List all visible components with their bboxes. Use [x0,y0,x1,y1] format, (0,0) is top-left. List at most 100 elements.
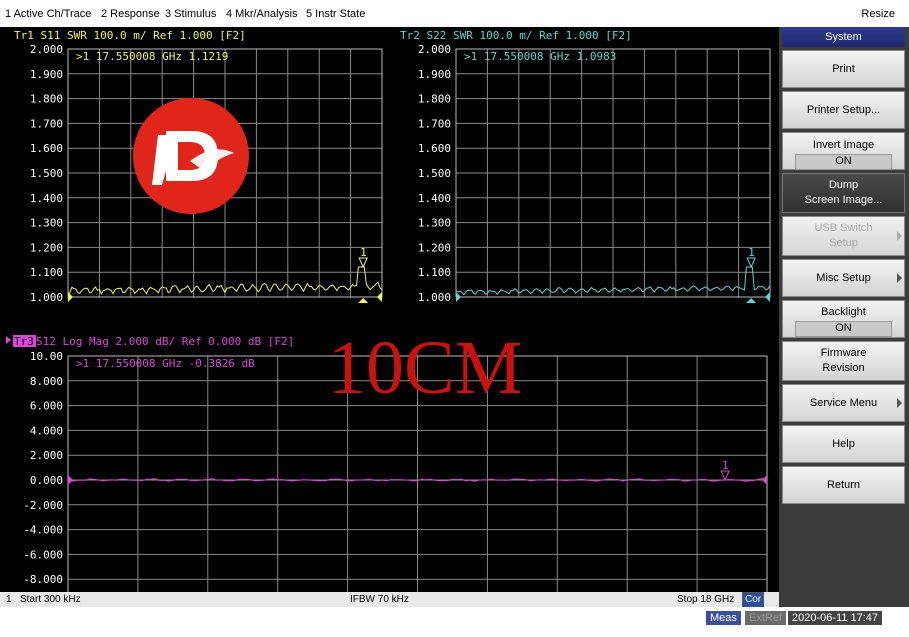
usb-switch-setup-button[interactable]: USB Switch Setup [782,216,905,256]
printer-setup-button[interactable]: Printer Setup... [782,91,905,129]
printer-setup-label: Printer Setup... [806,104,881,116]
stimulus-marker-icon [746,298,757,303]
backlight-button[interactable]: Backlight ON [782,300,905,338]
measurement-display: Tr1 S11 SWR 100.0 m/ Ref 1.000 [F2] 2.000… [0,27,779,592]
y-tick-label: 1.400 [30,192,63,205]
y-tick-label: 1.400 [418,192,451,205]
y-tick-label: 1.000 [418,291,451,304]
invert-image-button[interactable]: Invert Image ON [782,132,905,170]
y-tick-label: 1.200 [30,241,63,254]
trace-header[interactable]: S12 Log Mag 2.000 dB/ Ref 0.000 dB [F2] [36,335,294,348]
menu-mkr-analysis[interactable]: 4 Mkr/Analysis [226,8,298,20]
reference-level-icon[interactable] [377,292,382,302]
marker-label: 1 [748,246,755,259]
misc-setup-button[interactable]: Misc Setup [782,259,905,297]
print-button[interactable]: Print [782,50,905,88]
trace-header[interactable]: Tr1 S11 SWR 100.0 m/ Ref 1.000 [F2] [14,29,246,42]
y-tick-label: 1.700 [30,117,63,130]
marker-icon[interactable] [358,257,368,269]
service-menu-label: Service Menu [809,397,878,409]
channel-status-bar: 1 Start 300 kHz IFBW 70 kHz Stop 18 GHz … [0,592,779,608]
y-tick-label: 1.600 [30,142,63,155]
brand-logo [133,98,249,214]
help-button[interactable]: Help [782,425,905,463]
y-tick-label: 1.500 [418,167,451,180]
backlight-value: ON [795,321,892,337]
y-tick-label: 2.000 [418,43,451,56]
return-label: Return [826,479,861,491]
date-time: 2020-06-11 17:47 [788,611,883,625]
y-tick-label: 1.000 [30,291,63,304]
y-tick-label: 1.300 [418,217,451,230]
y-tick-label: 1.300 [30,217,63,230]
submenu-arrow-icon [897,273,902,283]
invert-image-label: Invert Image [812,139,875,151]
misc-setup-label: Misc Setup [816,272,871,284]
usb-label-line2: Setup [829,237,858,249]
menu-active-ch-trace[interactable]: 1 Active Ch/Trace [5,8,91,20]
y-tick-label: 0.000 [30,474,63,487]
return-button[interactable]: Return [782,466,905,504]
y-tick-label: 6.000 [30,400,63,413]
menu-response[interactable]: 2 Response [101,8,160,20]
menu-stimulus[interactable]: 3 Stimulus [165,8,216,20]
y-tick-label: 1.800 [418,93,451,106]
y-tick-label: -6.000 [23,548,63,561]
dump-label-line1: Dump [828,179,859,191]
y-tick-label: -4.000 [23,524,63,537]
reference-level-icon[interactable] [765,292,770,302]
marker-label: 1 [722,459,729,472]
y-tick-label: 1.100 [30,266,63,279]
menu-instr-state[interactable]: 5 Instr State [306,8,365,20]
overlay-label: 10CM [328,326,523,410]
service-menu-button[interactable]: Service Menu [782,384,905,422]
resize-button[interactable]: Resize [861,8,895,20]
print-label: Print [832,63,855,75]
marker-readout: >1 17.550008 GHz 1.0983 [464,50,616,63]
channel-number[interactable]: 1 [6,594,12,605]
y-tick-label: 1.900 [418,68,451,81]
start-frequency[interactable]: Start 300 kHz [20,594,81,605]
softkey-panel: System Print Printer Setup... Invert Ima… [779,27,909,607]
marker-icon[interactable] [746,257,756,269]
y-tick-label: 4.000 [30,424,63,437]
marker-label: 1 [360,246,367,259]
y-tick-label: 1.100 [418,266,451,279]
extref-indicator: ExtRef [745,611,787,625]
y-tick-label: 10.00 [30,350,63,363]
firmware-label-line2: Revision [822,362,865,374]
y-tick-label: 1.700 [418,117,451,130]
stop-frequency[interactable]: Stop 18 GHz [677,594,734,605]
dump-screen-image-button[interactable]: Dump Screen Image... [782,173,905,213]
active-trace-icon [6,336,11,344]
trace-badge-label: Tr3 [14,335,34,348]
meas-indicator: Meas [706,611,741,625]
reference-level-icon[interactable] [456,292,461,302]
y-tick-label: 1.200 [418,241,451,254]
backlight-label: Backlight [821,306,866,318]
submenu-arrow-icon [897,398,902,408]
trace-header[interactable]: Tr2 S22 SWR 100.0 m/ Ref 1.000 [F2] [400,29,632,42]
firmware-revision-button[interactable]: Firmware Revision [782,341,905,381]
marker-readout: >1 17.550008 GHz 1.1219 [76,50,228,63]
usb-label-line1: USB Switch [814,222,873,234]
menu-bar: 1 Active Ch/Trace 2 Response 3 Stimulus … [0,0,909,28]
reference-level-icon[interactable] [762,475,767,485]
y-tick-label: 2.000 [30,43,63,56]
marker-icon[interactable] [720,470,730,482]
y-tick-label: 1.800 [30,93,63,106]
marker-readout: >1 17.550008 GHz -0.3826 dB [76,357,255,370]
if-bandwidth[interactable]: IFBW 70 kHz [350,594,409,605]
y-tick-label: 1.500 [30,167,63,180]
firmware-label-line1: Firmware [820,347,867,359]
brand-logo-circle [133,98,249,214]
reference-level-icon[interactable] [68,475,73,485]
softkey-title: System [782,27,905,47]
correction-indicator: Cor [742,592,765,608]
y-tick-label: -2.000 [23,499,63,512]
reference-level-icon[interactable] [68,292,73,302]
submenu-arrow-icon [897,231,902,241]
y-tick-label: 2.000 [30,449,63,462]
trace2-window[interactable]: Tr2 S22 SWR 100.0 m/ Ref 1.000 [F2]2.000… [390,27,779,309]
stimulus-marker-icon [358,298,369,303]
